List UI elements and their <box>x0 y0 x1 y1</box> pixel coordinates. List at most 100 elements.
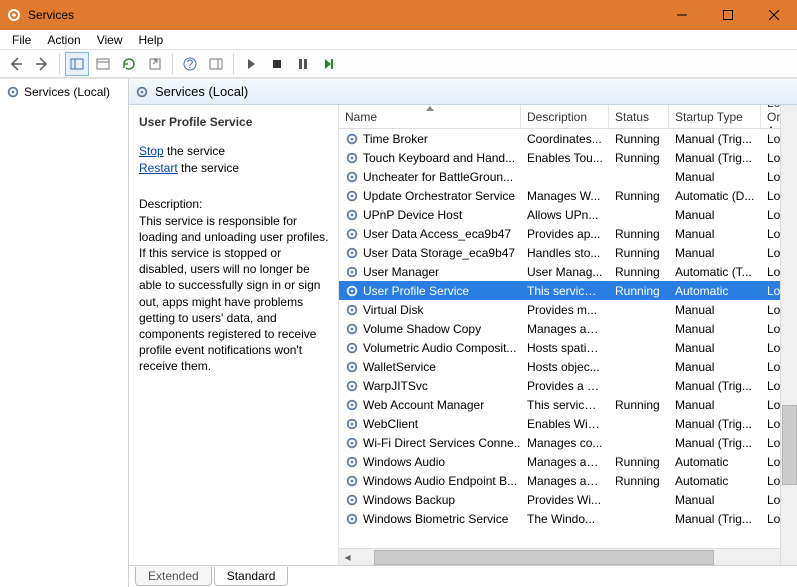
service-row[interactable]: User Profile ServiceThis service ...Runn… <box>339 281 797 300</box>
minimize-button[interactable] <box>659 0 705 30</box>
properties-button[interactable] <box>91 52 115 76</box>
menu-file[interactable]: File <box>4 31 39 49</box>
export-button[interactable] <box>143 52 167 76</box>
service-row[interactable]: Windows Audio Endpoint B...Manages au...… <box>339 471 797 490</box>
forward-button[interactable] <box>30 52 54 76</box>
gear-icon <box>345 170 359 184</box>
menu-action[interactable]: Action <box>39 31 88 49</box>
tree-root-label: Services (Local) <box>24 85 110 99</box>
tab-extended[interactable]: Extended <box>135 567 212 586</box>
cell-startup: Manual <box>669 227 761 241</box>
gear-icon <box>345 208 359 222</box>
gear-icon <box>345 189 359 203</box>
cell-name: Volume Shadow Copy <box>339 322 521 336</box>
cell-name: Windows Audio Endpoint B... <box>339 474 521 488</box>
tree-root-services-local[interactable]: Services (Local) <box>2 83 126 101</box>
service-row[interactable]: Volume Shadow CopyManages an...ManualLoc <box>339 319 797 338</box>
cell-description: This service ... <box>521 398 609 412</box>
cell-status: Running <box>609 189 669 203</box>
help-button[interactable]: ? <box>178 52 202 76</box>
horizontal-scrollbar[interactable]: ◂ ▸ <box>339 548 797 565</box>
service-row[interactable]: User Data Access_eca9b47Provides ap...Ru… <box>339 224 797 243</box>
scroll-thumb[interactable] <box>374 550 714 565</box>
gear-icon <box>345 360 359 374</box>
cell-name: Windows Biometric Service <box>339 512 521 526</box>
restart-link[interactable]: Restart <box>139 161 178 175</box>
service-row[interactable]: Time BrokerCoordinates...RunningManual (… <box>339 129 797 148</box>
show-hide-action-pane-button[interactable] <box>204 52 228 76</box>
scroll-left-icon[interactable]: ◂ <box>339 549 356 566</box>
cell-status: Running <box>609 132 669 146</box>
gear-icon <box>345 417 359 431</box>
cell-description: Provides m... <box>521 303 609 317</box>
cell-description: Manages au... <box>521 474 609 488</box>
cell-name: WarpJITSvc <box>339 379 521 393</box>
service-row[interactable]: Windows Biometric ServiceThe Windo...Man… <box>339 509 797 528</box>
gear-icon <box>345 151 359 165</box>
tab-standard[interactable]: Standard <box>214 567 289 586</box>
cell-name: Web Account Manager <box>339 398 521 412</box>
maximize-button[interactable] <box>705 0 751 30</box>
cell-status: Running <box>609 284 669 298</box>
vertical-scrollbar[interactable] <box>780 105 797 565</box>
cell-status: Running <box>609 398 669 412</box>
back-button[interactable] <box>4 52 28 76</box>
cell-description: Provides a JI... <box>521 379 609 393</box>
stop-service-button[interactable] <box>265 52 289 76</box>
cell-startup: Manual <box>669 398 761 412</box>
cell-description: The Windo... <box>521 512 609 526</box>
cell-name: Time Broker <box>339 132 521 146</box>
service-row[interactable]: Wi-Fi Direct Services Conne...Manages co… <box>339 433 797 452</box>
service-row[interactable]: Uncheater for BattleGroun...ManualLoc <box>339 167 797 186</box>
description-text: This service is responsible for loading … <box>139 213 330 375</box>
service-row[interactable]: WarpJITSvcProvides a JI...Manual (Trig..… <box>339 376 797 395</box>
menu-view[interactable]: View <box>89 31 131 49</box>
cell-name: User Profile Service <box>339 284 521 298</box>
close-button[interactable] <box>751 0 797 30</box>
show-hide-tree-button[interactable] <box>65 52 89 76</box>
list-pane: Name Description Status Startup Type Log… <box>339 105 797 565</box>
cell-startup: Automatic <box>669 284 761 298</box>
col-startup[interactable]: Startup Type <box>669 105 761 128</box>
refresh-button[interactable] <box>117 52 141 76</box>
stop-link[interactable]: Stop <box>139 144 164 158</box>
right-body: User Profile Service Stop the service Re… <box>129 105 797 565</box>
cell-startup: Manual <box>669 322 761 336</box>
col-name[interactable]: Name <box>339 105 521 128</box>
service-row[interactable]: Web Account ManagerThis service ...Runni… <box>339 395 797 414</box>
service-row[interactable]: WalletServiceHosts objec...ManualLoc <box>339 357 797 376</box>
cell-status: Running <box>609 455 669 469</box>
cell-description: Hosts spatia... <box>521 341 609 355</box>
service-row[interactable]: Virtual DiskProvides m...ManualLoc <box>339 300 797 319</box>
gear-icon <box>345 436 359 450</box>
service-row[interactable]: Touch Keyboard and Hand...Enables Tou...… <box>339 148 797 167</box>
col-status[interactable]: Status <box>609 105 669 128</box>
service-row[interactable]: Update Orchestrator ServiceManages W...R… <box>339 186 797 205</box>
service-row[interactable]: User Data Storage_eca9b47Handles sto...R… <box>339 243 797 262</box>
service-row[interactable]: Windows BackupProvides Wi...ManualLoc <box>339 490 797 509</box>
service-row[interactable]: WebClientEnables Win...Manual (Trig...Lo… <box>339 414 797 433</box>
service-row[interactable]: UPnP Device HostAllows UPn...ManualLoc <box>339 205 797 224</box>
separator <box>59 54 60 74</box>
col-description[interactable]: Description <box>521 105 609 128</box>
cell-description: User Manag... <box>521 265 609 279</box>
service-row[interactable]: Volumetric Audio Composit...Hosts spatia… <box>339 338 797 357</box>
scroll-thumb-v[interactable] <box>782 405 797 485</box>
titlebar: Services <box>0 0 797 30</box>
start-service-button[interactable] <box>239 52 263 76</box>
cell-name: WalletService <box>339 360 521 374</box>
menu-help[interactable]: Help <box>131 31 172 49</box>
cell-startup: Manual <box>669 303 761 317</box>
cell-name: Update Orchestrator Service <box>339 189 521 203</box>
cell-name: User Data Storage_eca9b47 <box>339 246 521 260</box>
svg-text:?: ? <box>187 57 194 71</box>
service-row[interactable]: User ManagerUser Manag...RunningAutomati… <box>339 262 797 281</box>
cell-description: Manages W... <box>521 189 609 203</box>
cell-startup: Manual <box>669 493 761 507</box>
cell-description: Provides Wi... <box>521 493 609 507</box>
gear-icon <box>345 493 359 507</box>
service-row[interactable]: Windows AudioManages au...RunningAutomat… <box>339 452 797 471</box>
restart-service-button[interactable] <box>317 52 341 76</box>
pause-service-button[interactable] <box>291 52 315 76</box>
cell-startup: Automatic (D... <box>669 189 761 203</box>
